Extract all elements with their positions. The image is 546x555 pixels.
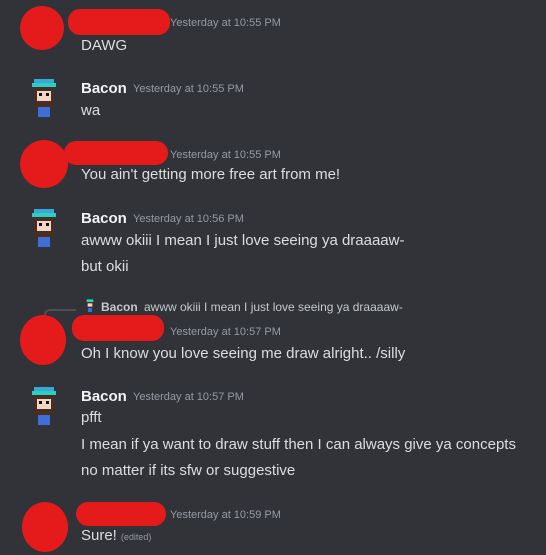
message-text: You ain't getting more free art from me! bbox=[81, 166, 341, 183]
redacted-username bbox=[68, 9, 170, 35]
message-timestamp: Yesterday at 10:55 PM bbox=[170, 17, 281, 29]
reply-preview-text[interactable]: awww okiii I mean I just love seeing ya … bbox=[144, 300, 403, 314]
message-text-row: Sure! (edited) bbox=[81, 527, 151, 544]
message-text: pfft bbox=[81, 409, 102, 426]
reply-username[interactable]: Bacon bbox=[101, 300, 138, 314]
redacted-avatar[interactable] bbox=[20, 140, 68, 188]
message-text: I mean if ya want to draw stuff then I c… bbox=[81, 436, 516, 453]
redacted-avatar[interactable] bbox=[20, 315, 66, 365]
redacted-avatar[interactable] bbox=[20, 6, 64, 50]
message-text: awww okiii I mean I just love seeing ya … bbox=[81, 232, 405, 249]
message-timestamp: Yesterday at 10:56 PM bbox=[133, 213, 244, 225]
message-text: Oh I know you love seeing me draw alrigh… bbox=[81, 345, 406, 362]
redacted-username bbox=[76, 502, 166, 526]
message-text: no matter if its sfw or suggestive bbox=[81, 462, 296, 479]
message-timestamp: Yesterday at 10:57 PM bbox=[133, 391, 244, 403]
message-username[interactable]: Bacon bbox=[81, 80, 127, 97]
message-text: DAWG bbox=[81, 37, 128, 54]
redacted-username bbox=[64, 141, 168, 165]
redacted-username bbox=[72, 315, 164, 341]
message-username[interactable]: Bacon bbox=[81, 210, 127, 227]
message-timestamp: Yesterday at 10:57 PM bbox=[170, 326, 281, 338]
pixel-character-avatar-icon[interactable] bbox=[26, 387, 62, 427]
message-text: but okii bbox=[81, 258, 129, 275]
pixel-character-avatar-icon[interactable] bbox=[26, 209, 62, 249]
message-text: wa bbox=[81, 102, 101, 119]
pixel-character-avatar-icon bbox=[86, 299, 94, 312]
message-timestamp: Yesterday at 10:55 PM bbox=[170, 149, 281, 161]
edited-label: (edited) bbox=[120, 532, 152, 542]
message-timestamp: Yesterday at 10:55 PM bbox=[133, 83, 244, 95]
pixel-character-avatar-icon[interactable] bbox=[26, 79, 62, 119]
message-timestamp: Yesterday at 10:59 PM bbox=[170, 509, 281, 521]
redacted-avatar[interactable] bbox=[22, 502, 68, 552]
message-text: Sure! bbox=[81, 527, 117, 544]
message-username[interactable]: Bacon bbox=[81, 388, 127, 405]
